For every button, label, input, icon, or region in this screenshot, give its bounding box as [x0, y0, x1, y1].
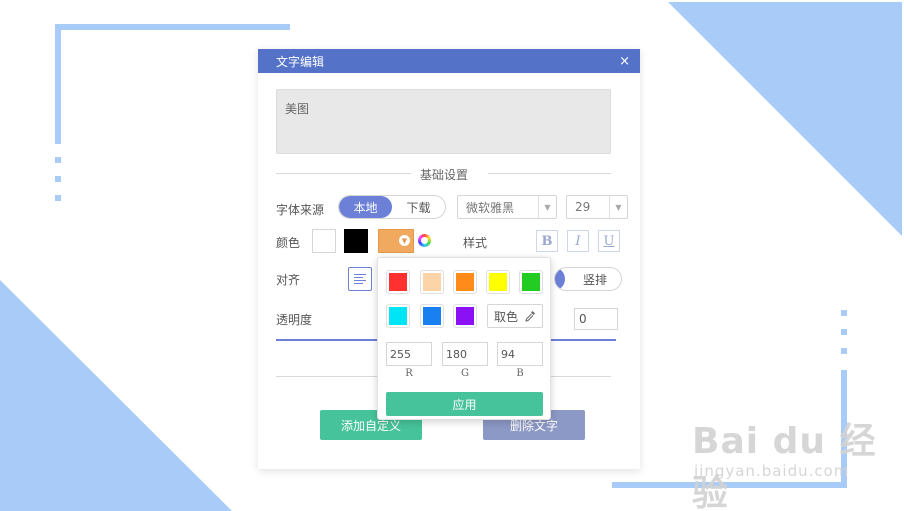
deco-dot: [841, 310, 847, 316]
watermark-url: jingyan.baidu.com: [694, 462, 850, 480]
deco-dot: [841, 348, 847, 354]
font-source-toggle: 本地 下载: [338, 195, 446, 219]
italic-button[interactable]: I: [567, 230, 589, 252]
align-left-button[interactable]: [348, 267, 372, 291]
eyedropper-button[interactable]: 取色: [487, 304, 543, 328]
preset-color-peach[interactable]: [420, 270, 444, 294]
green-label: G: [461, 368, 469, 379]
text-content-input[interactable]: 美图: [276, 89, 611, 154]
dialog-header: 文字编辑 ×: [258, 49, 640, 73]
blue-label: B: [516, 368, 524, 379]
deco-bar-top: [55, 24, 290, 30]
underline-button[interactable]: U: [598, 230, 620, 252]
close-icon[interactable]: ×: [619, 54, 630, 69]
font-source-local-button[interactable]: 本地: [339, 196, 392, 218]
deco-dot: [55, 176, 61, 182]
opacity-label: 透明度: [276, 313, 313, 327]
preset-color-cyan[interactable]: [386, 304, 410, 328]
font-source-label: 字体来源: [276, 203, 325, 217]
deco-dot: [55, 195, 61, 201]
color-white-swatch[interactable]: [312, 229, 336, 253]
align-label: 对齐: [276, 273, 301, 287]
dialog-title: 文字编辑: [276, 54, 325, 69]
chevron-down-icon: ▼: [399, 235, 410, 246]
preset-color-purple[interactable]: [453, 304, 477, 328]
deco-dot: [55, 157, 61, 163]
font-size-select[interactable]: 29 ▼: [566, 195, 628, 219]
color-picker-popup: 取色 255 180 94 R G B 应用: [377, 257, 551, 420]
align-line: [354, 277, 363, 278]
preset-color-red[interactable]: [386, 270, 410, 294]
red-label: R: [405, 368, 413, 379]
align-line: [354, 283, 363, 284]
font-family-value: 微软雅黑: [466, 200, 515, 215]
preset-color-green[interactable]: [519, 270, 543, 294]
divider: [488, 173, 611, 174]
font-source-download-button[interactable]: 下载: [392, 196, 445, 218]
bold-button[interactable]: B: [536, 230, 558, 252]
watermark-logo: Bai du 经验 jingyan.baidu.com: [692, 412, 904, 511]
eyedropper-icon: [525, 311, 535, 322]
green-value-input[interactable]: 180: [442, 342, 488, 366]
preset-color-orange[interactable]: [453, 270, 477, 294]
align-line: [354, 280, 366, 281]
color-black-swatch[interactable]: [344, 229, 368, 253]
deco-dot: [841, 329, 847, 335]
color-custom-swatch[interactable]: ▼: [378, 229, 414, 253]
blue-value-input[interactable]: 94: [497, 342, 543, 366]
divider: [276, 173, 411, 174]
chevron-down-icon: ▼: [538, 196, 556, 218]
toggle-active-segment: [555, 268, 565, 290]
style-label: 样式: [463, 236, 488, 250]
opacity-input[interactable]: 0: [574, 308, 618, 330]
red-value-input[interactable]: 255: [386, 342, 432, 366]
deco-bar-left: [55, 24, 61, 144]
vertical-label: 竖排: [582, 272, 607, 287]
apply-button[interactable]: 应用: [386, 392, 543, 416]
color-wheel-icon[interactable]: [418, 234, 431, 247]
preset-color-yellow[interactable]: [486, 270, 510, 294]
align-line: [354, 274, 366, 275]
chevron-down-icon: ▼: [609, 196, 627, 218]
preset-color-blue[interactable]: [420, 304, 444, 328]
vertical-toggle[interactable]: 竖排: [554, 267, 622, 291]
pick-label: 取色: [493, 309, 518, 324]
section-title: 基础设置: [420, 168, 469, 182]
font-family-select[interactable]: 微软雅黑 ▼: [457, 195, 557, 219]
font-size-value: 29: [575, 200, 591, 214]
color-label: 颜色: [276, 236, 301, 250]
